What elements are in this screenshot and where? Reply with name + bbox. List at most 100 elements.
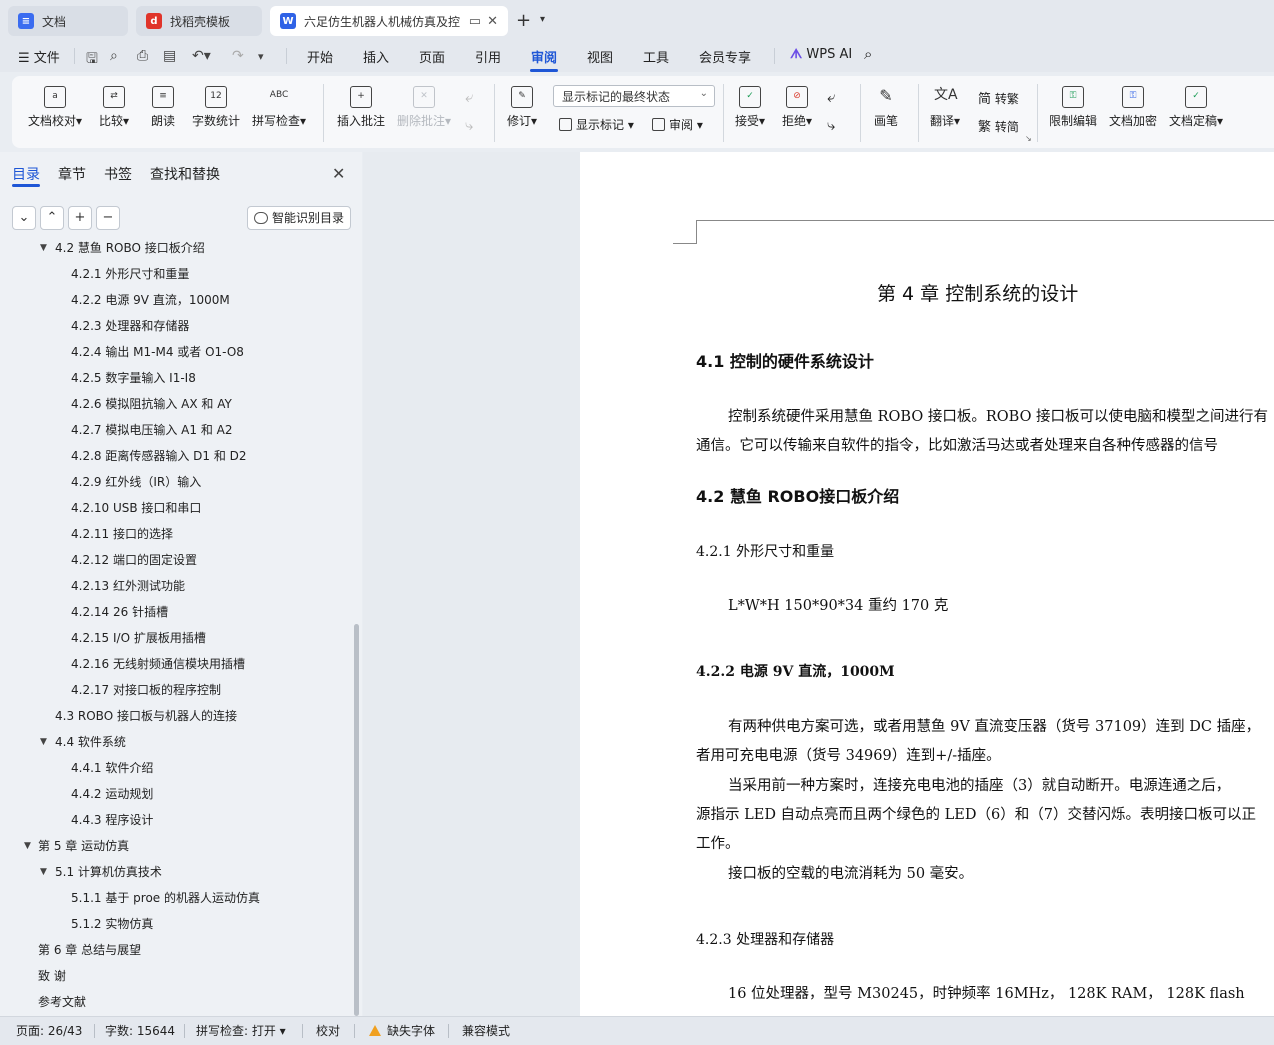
toc-item[interactable]: 4.2.15 I/O 扩展板用插槽 — [0, 625, 352, 651]
add-heading-button[interactable]: + — [68, 206, 92, 230]
next-comment-icon[interactable]: ⤷ — [465, 116, 473, 134]
translate-button[interactable]: 文A 翻译▾ — [930, 86, 960, 129]
expand-dialog-icon[interactable]: ↘ — [1025, 134, 1032, 143]
menu-file[interactable]: ☰ 文件 — [18, 47, 60, 66]
toc-item[interactable]: 4.2.14 26 针插槽 — [0, 599, 352, 625]
prev-comment-icon[interactable]: ⤶ — [465, 88, 473, 106]
menu-page[interactable]: 页面 — [419, 47, 445, 66]
toc-item[interactable]: 4.2.1 外形尺寸和重量 — [0, 261, 352, 287]
search-icon[interactable]: ⌕ — [864, 45, 872, 63]
review-pane-button[interactable]: 审阅 ▾ — [652, 116, 703, 133]
collapse-up-button[interactable]: ⌃ — [40, 206, 64, 230]
tab-current-doc[interactable]: W 六足仿生机器人机械仿真及控 ▭ ✕ — [270, 6, 508, 36]
toc-item[interactable]: 第 6 章 总结与展望 — [0, 937, 352, 963]
toc-item[interactable]: 4.2.5 数字量输入 I1-I8 — [0, 365, 352, 391]
prev-change-icon[interactable]: ⤶ — [827, 88, 835, 106]
toc-item[interactable]: 4.2.2 电源 9V 直流，1000M — [0, 287, 352, 313]
wps-ai-button[interactable]: ᗑ WPS AI — [790, 47, 852, 62]
toc-item[interactable]: 4.4.3 程序设计 — [0, 807, 352, 833]
save-icon[interactable]: 🖫 — [86, 48, 98, 72]
menu-review[interactable]: 审阅 — [531, 47, 557, 66]
toc-item[interactable]: 4.2.12 端口的固定设置 — [0, 547, 352, 573]
menu-insert[interactable]: 插入 — [363, 47, 389, 66]
delete-comment-button[interactable]: ✕ 删除批注▾ — [397, 86, 451, 129]
chevron-down-icon[interactable]: ▾ — [258, 50, 264, 63]
undo-icon[interactable]: ↶▾ — [192, 48, 211, 64]
close-icon[interactable]: ✕ — [332, 164, 345, 183]
revise-button[interactable]: ✎ 修订▾ — [507, 86, 537, 129]
toc-item[interactable]: ▼ 第 5 章 运动仿真 — [0, 833, 352, 859]
show-markup-button[interactable]: 显示标记 ▾ — [559, 116, 634, 133]
toc-item[interactable]: 参考文献 — [0, 989, 352, 1015]
smart-toc-button[interactable]: 智能识别目录 — [247, 206, 351, 230]
menu-home[interactable]: 开始 — [307, 47, 333, 66]
menu-references[interactable]: 引用 — [475, 47, 501, 66]
doc-proof-button[interactable]: a 文档校对▾ — [28, 86, 82, 129]
to-simplified-button[interactable]: 繁 转简 — [978, 116, 1019, 135]
toc-item[interactable]: 4.2.10 USB 接口和串口 — [0, 495, 352, 521]
toc-item[interactable]: 4.2.4 输出 M1-M4 或者 O1-O8 — [0, 339, 352, 365]
chevron-down-icon[interactable]: ▾ — [540, 14, 545, 25]
expand-triangle-icon[interactable]: ▼ — [40, 859, 47, 885]
menu-tools[interactable]: 工具 — [643, 47, 669, 66]
document-page[interactable]: 第 4 章 控制系统的设计 4.1 控制的硬件系统设计 控制系统硬件采用慧鱼 R… — [580, 152, 1274, 1016]
menu-vip[interactable]: 会员专享 — [699, 47, 751, 66]
toc-item[interactable]: ▼ 4.4 软件系统 — [0, 729, 352, 755]
nav-tab-sections[interactable]: 章节 — [58, 164, 86, 184]
toc-item[interactable]: ▼ 5.1 计算机仿真技术 — [0, 859, 352, 885]
toc-item[interactable]: 4.4.2 运动规划 — [0, 781, 352, 807]
insert-comment-button[interactable]: + 插入批注 — [337, 86, 385, 129]
remove-heading-button[interactable]: − — [96, 206, 120, 230]
toc-item[interactable]: 4.2.8 距离传感器输入 D1 和 D2 — [0, 443, 352, 469]
next-change-icon[interactable]: ⤷ — [827, 116, 835, 134]
accept-button[interactable]: ✓ 接受▾ — [735, 86, 765, 129]
screen-icon[interactable]: ▭ — [469, 14, 481, 29]
toc-item[interactable]: 4.2.6 模拟阻抗输入 AX 和 AY — [0, 391, 352, 417]
toc-item[interactable]: 4.2.9 红外线（IR）输入 — [0, 469, 352, 495]
reject-button[interactable]: ⊘ 拒绝▾ — [782, 86, 812, 129]
read-aloud-button[interactable]: ≡ 朗读 — [151, 86, 175, 129]
print-icon[interactable]: ⎙ — [137, 48, 148, 64]
word-count-button[interactable]: 12 字数统计 — [192, 86, 240, 129]
toc-item[interactable]: 4.3 ROBO 接口板与机器人的连接 — [0, 703, 352, 729]
toc-item[interactable]: 4.2.7 模拟电压输入 A1 和 A2 — [0, 417, 352, 443]
to-traditional-button[interactable]: 简 转繁 — [978, 88, 1019, 107]
toc-item[interactable]: ▼ 4.2 慧鱼 ROBO 接口板介绍 — [0, 240, 352, 261]
toc-item[interactable]: 4.2.17 对接口板的程序控制 — [0, 677, 352, 703]
toc-item[interactable]: 5.1.2 实物仿真 — [0, 911, 352, 937]
redo-icon[interactable]: ↷ — [232, 48, 244, 64]
expand-down-button[interactable]: ⌄ — [12, 206, 36, 230]
nav-scrollbar[interactable] — [354, 624, 359, 1016]
link-icon[interactable]: ⌕ — [110, 48, 118, 64]
nav-tab-find-replace[interactable]: 查找和替换 — [150, 164, 220, 184]
spell-check-button[interactable]: ABC 拼写检查▾ — [252, 86, 306, 129]
expand-triangle-icon[interactable]: ▼ — [40, 240, 47, 261]
tab-docer[interactable]: d 找稻壳模板 — [136, 6, 262, 36]
expand-triangle-icon[interactable]: ▼ — [24, 833, 31, 859]
restrict-edit-button[interactable]: ⚿ 限制编辑 — [1049, 86, 1097, 129]
compare-button[interactable]: ⇄ 比较▾ — [99, 86, 129, 129]
toc-item[interactable]: 4.2.3 处理器和存储器 — [0, 313, 352, 339]
toc-item[interactable]: 致 谢 — [0, 963, 352, 989]
expand-triangle-icon[interactable]: ▼ — [40, 729, 47, 755]
toc-item[interactable]: 5.1.1 基于 proe 的机器人运动仿真 — [0, 885, 352, 911]
toc-item[interactable]: 4.2.13 红外测试功能 — [0, 573, 352, 599]
nav-tab-bookmarks[interactable]: 书签 — [104, 164, 132, 184]
finalize-button[interactable]: ✓ 文档定稿▾ — [1169, 86, 1223, 129]
word-count-indicator[interactable]: 字数: 15644 — [105, 1022, 175, 1039]
add-tab-icon[interactable]: + — [516, 10, 531, 31]
proof-status[interactable]: 校对 — [316, 1022, 340, 1039]
nav-tab-toc[interactable]: 目录 — [12, 164, 40, 184]
missing-font-status[interactable]: 缺失字体 — [369, 1022, 435, 1039]
toc-item[interactable]: 4.4.1 软件介绍 — [0, 755, 352, 781]
toc-item[interactable]: 4.2.11 接口的选择 — [0, 521, 352, 547]
page-indicator[interactable]: 页面: 26/43 — [16, 1022, 82, 1039]
pen-button[interactable]: ✎ 画笔 — [874, 86, 898, 129]
print-preview-icon[interactable]: ▤ — [163, 48, 176, 64]
menu-view[interactable]: 视图 — [587, 47, 613, 66]
spell-check-status[interactable]: 拼写检查: 打开 ▾ — [196, 1022, 286, 1039]
encrypt-button[interactable]: ⚿ 文档加密 — [1109, 86, 1157, 129]
close-icon[interactable]: ✕ — [487, 14, 498, 29]
markup-display-select[interactable]: 显示标记的最终状态 ⌄ — [553, 85, 715, 107]
tab-docs[interactable]: ≡ 文档 — [8, 6, 128, 36]
